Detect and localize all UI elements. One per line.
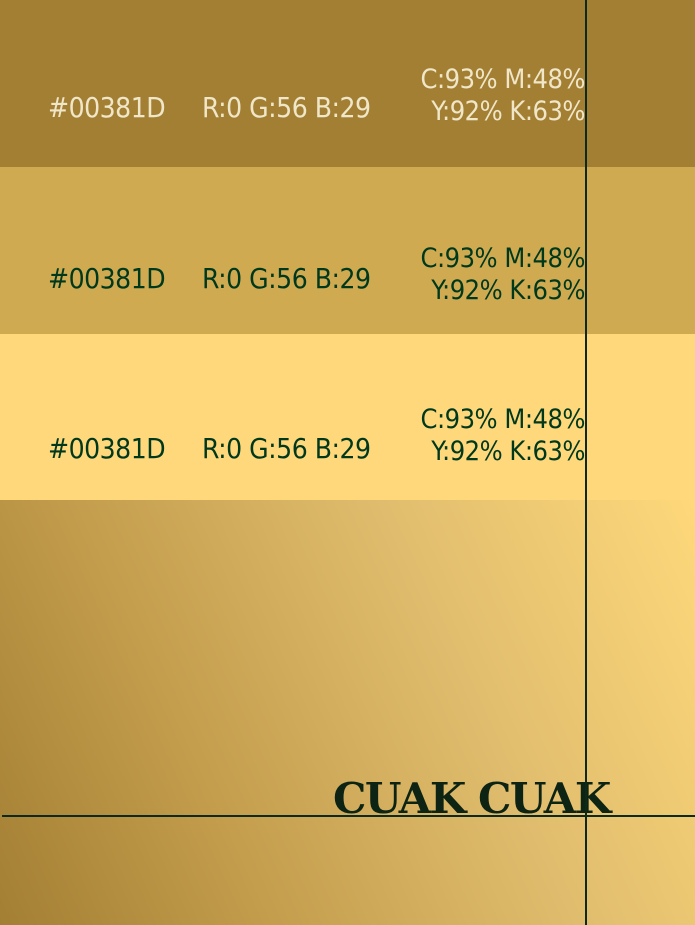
swatch-rgb-values: R:0 G:56 B:29	[202, 432, 371, 465]
swatch-hex-code: #00381D	[48, 262, 166, 295]
swatch-cmyk-line-1: C:93% M:48%	[420, 404, 586, 435]
swatch-cmyk-values: C:93% M:48% Y:92% K:63%	[385, 243, 586, 307]
swatch-cmyk-line-2: Y:92% K:63%	[431, 436, 585, 467]
swatch-cmyk-line-2: Y:92% K:63%	[431, 96, 585, 127]
swatch-band-mid: #00381D R:0 G:56 B:29 C:93% M:48% Y:92% …	[0, 167, 695, 334]
swatch-cmyk-values: C:93% M:48% Y:92% K:63%	[385, 64, 586, 128]
swatch-rgb-values: R:0 G:56 B:29	[202, 262, 371, 295]
vertical-guide-line	[585, 0, 587, 925]
swatch-cmyk-line-2: Y:92% K:63%	[431, 275, 585, 306]
swatch-cmyk-line-1: C:93% M:48%	[420, 64, 586, 95]
swatch-cmyk-values: C:93% M:48% Y:92% K:63%	[385, 404, 586, 468]
swatch-rgb-values: R:0 G:56 B:29	[202, 91, 371, 124]
swatch-band-dark: #00381D R:0 G:56 B:29 C:93% M:48% Y:92% …	[0, 0, 695, 167]
swatch-hex-code: #00381D	[48, 432, 166, 465]
swatch-hex-code: #00381D	[48, 91, 166, 124]
horizontal-guide-line	[2, 815, 695, 817]
gold-gradient-panel	[0, 500, 695, 925]
swatch-band-light: #00381D R:0 G:56 B:29 C:93% M:48% Y:92% …	[0, 334, 695, 501]
swatch-cmyk-line-1: C:93% M:48%	[420, 243, 586, 274]
